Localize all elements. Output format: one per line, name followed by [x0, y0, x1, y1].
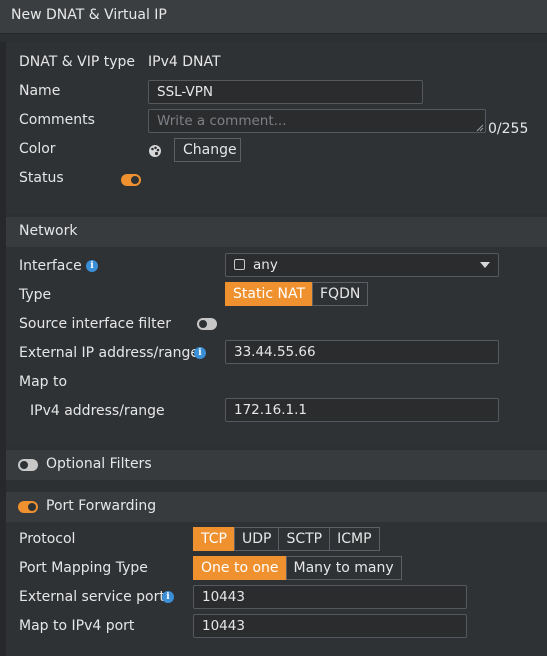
mapping-option-one-to-one[interactable]: One to one: [193, 556, 287, 580]
port-forwarding-toggle[interactable]: [18, 501, 38, 513]
name-label: Name: [19, 83, 61, 99]
optional-filters-label: Optional Filters: [46, 456, 152, 472]
network-section: Interface i any Type Static NAT FQDN Sou…: [6, 247, 547, 447]
general-section: DNAT & VIP type IPv4 DNAT Name SSL-VPN C…: [6, 42, 547, 214]
comments-textarea[interactable]: Write a comment...: [148, 109, 486, 133]
protocol-option-tcp[interactable]: TCP: [193, 527, 235, 551]
external-service-port-label: External service port: [19, 589, 165, 605]
port-forwarding-header[interactable]: Port Forwarding: [6, 492, 547, 522]
port-forwarding-label: Port Forwarding: [46, 498, 157, 514]
external-ip-input[interactable]: 33.44.55.66: [225, 340, 499, 364]
color-label: Color: [19, 141, 56, 157]
network-section-header: Network: [6, 217, 547, 247]
vip-type-value: IPv4 DNAT: [148, 54, 221, 70]
resize-handle-icon[interactable]: [476, 124, 484, 132]
comments-label: Comments: [19, 112, 95, 128]
checkbox-icon: [234, 259, 245, 270]
interface-label: Interface: [19, 258, 82, 274]
port-mapping-type-label: Port Mapping Type: [19, 560, 148, 576]
external-ip-label: External IP address/range: [19, 345, 199, 361]
ipv4-range-input[interactable]: 172.16.1.1: [225, 398, 499, 422]
source-interface-filter-label: Source interface filter: [19, 316, 171, 332]
map-to-label: Map to: [19, 374, 68, 390]
interface-info-icon[interactable]: i: [86, 260, 98, 272]
protocol-option-udp[interactable]: UDP: [233, 527, 280, 551]
interface-select[interactable]: any: [225, 253, 499, 277]
type-segmented-control: Static NAT FQDN: [225, 282, 369, 306]
type-option-static-nat[interactable]: Static NAT: [225, 282, 313, 306]
palette-icon: [149, 145, 161, 157]
external-service-port-input[interactable]: 10443: [193, 585, 467, 609]
change-color-button[interactable]: Change: [174, 138, 241, 162]
vip-type-label: DNAT & VIP type: [19, 54, 135, 70]
status-label: Status: [19, 170, 64, 186]
protocol-segmented-control: TCP UDP SCTP ICMP: [193, 527, 380, 551]
map-to-ipv4-port-label: Map to IPv4 port: [19, 618, 135, 634]
dialog-title: New DNAT & Virtual IP: [11, 7, 167, 23]
dialog-title-bar: New DNAT & Virtual IP: [0, 0, 547, 34]
protocol-option-sctp[interactable]: SCTP: [278, 527, 331, 551]
protocol-label: Protocol: [19, 531, 76, 547]
source-interface-filter-toggle[interactable]: [197, 318, 217, 330]
optional-filters-header[interactable]: Optional Filters: [6, 450, 547, 480]
protocol-option-icmp[interactable]: ICMP: [329, 527, 380, 551]
chevron-down-icon: [480, 262, 490, 268]
name-input[interactable]: SSL-VPN: [148, 80, 423, 104]
status-toggle[interactable]: [121, 174, 141, 186]
interface-value: any: [253, 257, 278, 273]
ipv4-range-label: IPv4 address/range: [30, 403, 165, 419]
network-heading: Network: [19, 223, 78, 239]
external-ip-info-icon[interactable]: i: [194, 347, 206, 359]
type-label: Type: [19, 287, 52, 303]
map-to-ipv4-port-input[interactable]: 10443: [193, 614, 467, 638]
optional-filters-toggle[interactable]: [18, 459, 38, 471]
comments-counter: 0/255: [488, 121, 529, 137]
external-port-info-icon[interactable]: i: [162, 591, 174, 603]
port-forwarding-section: Protocol TCP UDP SCTP ICMP Port Mapping …: [6, 522, 547, 656]
type-option-fqdn[interactable]: FQDN: [312, 282, 369, 306]
mapping-option-many-to-many[interactable]: Many to many: [285, 556, 402, 580]
port-mapping-type-segmented-control: One to one Many to many: [193, 556, 402, 580]
